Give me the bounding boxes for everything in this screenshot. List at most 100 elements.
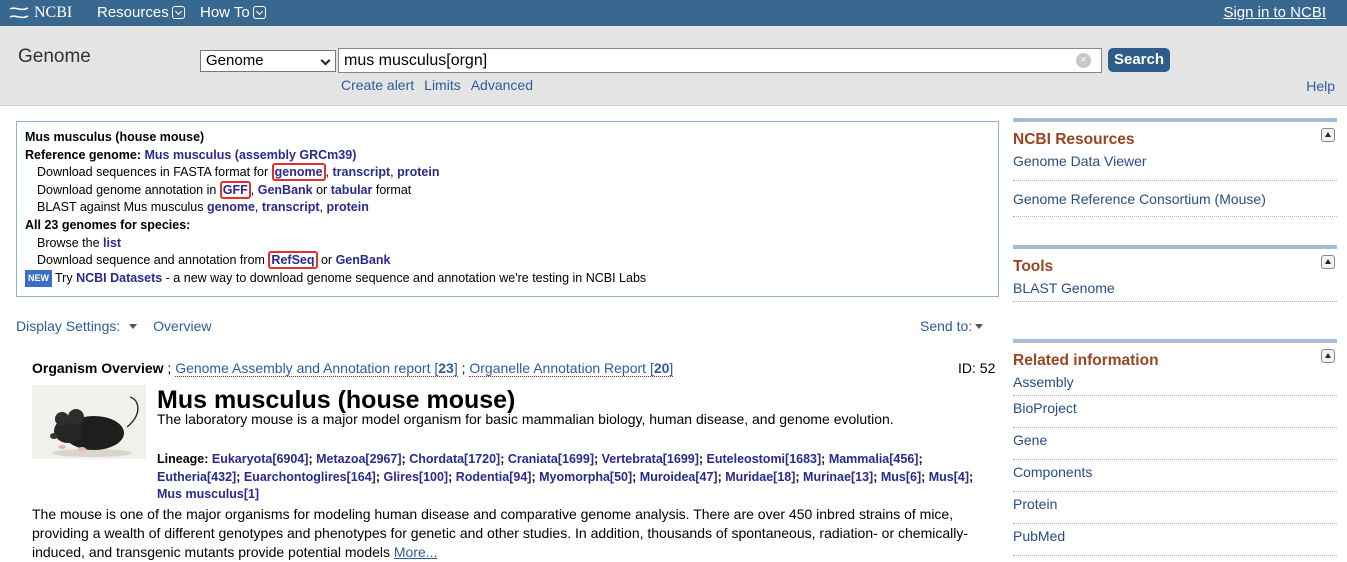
search-input[interactable]: mus musculus[orgn] xyxy=(338,48,1102,73)
lineage-link[interactable]: Vertebrata[1699] xyxy=(602,452,699,466)
collapse-toggle-icon[interactable] xyxy=(1321,128,1335,142)
format-text: format xyxy=(372,182,412,197)
browse-text: Browse the xyxy=(37,235,104,250)
lineage-link[interactable]: Chordata[1720] xyxy=(409,452,500,466)
lineage-link[interactable]: Glires[100] xyxy=(383,470,448,484)
browse-list-link[interactable]: list xyxy=(103,236,121,250)
ncbi-resources-panel: NCBI Resources Genome Data Viewer Genome… xyxy=(1013,118,1337,217)
lineage-separator: ; xyxy=(821,452,829,466)
limits-link[interactable]: Limits xyxy=(424,77,461,93)
database-title: Genome xyxy=(18,46,91,67)
collapse-toggle-icon[interactable] xyxy=(1321,255,1335,269)
mouse-picture xyxy=(50,396,139,457)
lineage-link[interactable]: Muridae[18] xyxy=(725,470,795,484)
lineage-link[interactable]: Euteleostomi[1683] xyxy=(707,452,822,466)
lineage-separator: ; xyxy=(795,469,804,484)
create-alert-link[interactable]: Create alert xyxy=(341,77,414,93)
triangle-down-icon xyxy=(975,324,984,329)
assembly-report-link[interactable]: Genome Assembly and Annotation report [2… xyxy=(175,360,458,377)
collapse-toggle-icon[interactable] xyxy=(1321,349,1335,363)
blast-protein-link[interactable]: protein xyxy=(326,200,368,214)
annotation-text: Download genome annotation in xyxy=(37,182,220,197)
reference-assembly-link[interactable]: Mus musculus (assembly GRCm39) xyxy=(144,148,356,162)
lineage-separator: ; xyxy=(308,452,317,466)
lineage-link[interactable]: Metazoa[2967] xyxy=(316,452,401,466)
advanced-link[interactable]: Advanced xyxy=(471,77,533,93)
sidebar-item-grc-mouse[interactable]: Genome Reference Consortium (Mouse) xyxy=(1013,181,1337,217)
lineage-link[interactable]: Mus[4] xyxy=(929,470,969,484)
organism-tagline: The laboratory mouse is a major model or… xyxy=(157,411,894,427)
lineage-separator: ; xyxy=(918,452,923,466)
lineage-separator: ; xyxy=(448,469,456,484)
all-genomes-heading: All 23 genomes for species: xyxy=(25,217,191,232)
organelle-report-link[interactable]: Organelle Annotation Report [20] xyxy=(469,360,674,377)
genome-summary-box: Mus musculus (house mouse) Reference gen… xyxy=(16,121,999,297)
assembly-count: 23 xyxy=(438,360,454,376)
lineage-link[interactable]: Myomorpha[50] xyxy=(539,470,632,484)
comma: , xyxy=(325,165,333,180)
sidebar-item-protein[interactable]: Protein xyxy=(1013,492,1337,524)
chevron-down-icon xyxy=(320,55,331,66)
mouse-image xyxy=(32,385,146,459)
lineage-separator: ; xyxy=(531,469,540,484)
database-select[interactable]: Genome xyxy=(200,50,336,72)
fasta-protein-link[interactable]: protein xyxy=(397,165,439,179)
more-link[interactable]: More... xyxy=(394,544,438,560)
blast-transcript-link[interactable]: transcript xyxy=(262,200,320,214)
display-overview-label: Overview xyxy=(153,318,212,334)
or-text: or xyxy=(312,182,331,197)
separator: ; xyxy=(163,360,176,376)
lineage-link[interactable]: Muroidea[47] xyxy=(640,470,718,484)
search-sublinks: Create alert Limits Advanced xyxy=(341,77,533,93)
lineage-link[interactable]: Mammalia[456] xyxy=(829,452,919,466)
ncbi-datasets-link[interactable]: NCBI Datasets xyxy=(76,271,162,285)
annotation-tabular-link[interactable]: tabular xyxy=(331,183,373,197)
lineage-link[interactable]: Eukaryota[6904] xyxy=(212,452,309,466)
lineage-separator: ; xyxy=(500,452,508,466)
top-nav-bar: NCBI Resources How To Sign in to NCBI xyxy=(0,0,1347,26)
comma: , xyxy=(254,200,262,215)
record-id: ID: 52 xyxy=(958,360,996,376)
lineage-link[interactable]: Craniata[1699] xyxy=(508,452,594,466)
related-info-title: Related information xyxy=(1013,352,1159,369)
lineage-link[interactable]: Mus musculus[1] xyxy=(157,487,259,501)
display-settings[interactable]: Display Settings: Overview xyxy=(16,318,218,334)
fasta-transcript-link[interactable]: transcript xyxy=(333,165,391,179)
resources-menu[interactable]: Resources xyxy=(97,4,185,21)
fasta-genome-link[interactable]: genome xyxy=(271,163,326,182)
search-button[interactable]: Search xyxy=(1108,48,1170,72)
tools-panel: Tools BLAST Genome xyxy=(1013,245,1337,302)
clear-search-icon[interactable]: × xyxy=(1076,53,1091,68)
separator: ; xyxy=(457,360,470,376)
description-text: The mouse is one of the major organisms … xyxy=(32,506,969,560)
annotation-genbank-link[interactable]: GenBank xyxy=(258,183,313,197)
sidebar-item-assembly[interactable]: Assembly xyxy=(1013,370,1337,396)
sidebar-item-bioproject[interactable]: BioProject xyxy=(1013,396,1337,428)
howto-menu[interactable]: How To xyxy=(200,4,266,21)
ncbi-logo[interactable]: NCBI xyxy=(8,4,72,22)
lineage-link[interactable]: Eutheria[432] xyxy=(157,470,236,484)
howto-label: How To xyxy=(200,4,250,21)
sidebar-item-pubmed[interactable]: PubMed xyxy=(1013,524,1337,556)
help-link[interactable]: Help xyxy=(1306,78,1335,94)
genbank-link[interactable]: GenBank xyxy=(336,253,391,267)
lineage-link[interactable]: Euarchontoglires[164] xyxy=(244,470,376,484)
lineage-link[interactable]: Rodentia[94] xyxy=(456,470,532,484)
sidebar-item-blast-genome[interactable]: BLAST Genome xyxy=(1013,276,1337,302)
sidebar-item-genome-data-viewer[interactable]: Genome Data Viewer xyxy=(1013,149,1337,181)
chevron-down-icon xyxy=(252,6,266,19)
refseq-link[interactable]: RefSeq xyxy=(268,251,318,270)
annotation-gff-link[interactable]: GFF xyxy=(219,180,251,199)
blast-genome-link[interactable]: genome xyxy=(207,200,255,214)
lineage-list: Eukaryota[6904]; Metazoa[2967]; Chordata… xyxy=(157,452,973,501)
new-badge: NEW xyxy=(25,269,52,288)
lineage-link[interactable]: Mus[6] xyxy=(881,470,921,484)
ncbi-resources-title: NCBI Resources xyxy=(1013,131,1135,148)
datasets-text: - a new way to download genome sequence … xyxy=(162,270,647,285)
sign-in-link[interactable]: Sign in to NCBI xyxy=(1223,4,1326,21)
sidebar-item-gene[interactable]: Gene xyxy=(1013,428,1337,460)
send-to-menu[interactable]: Send to: xyxy=(920,318,984,334)
sidebar-item-components[interactable]: Components xyxy=(1013,460,1337,492)
lineage-link[interactable]: Murinae[13] xyxy=(803,470,873,484)
reference-label: Reference genome: xyxy=(25,147,145,162)
